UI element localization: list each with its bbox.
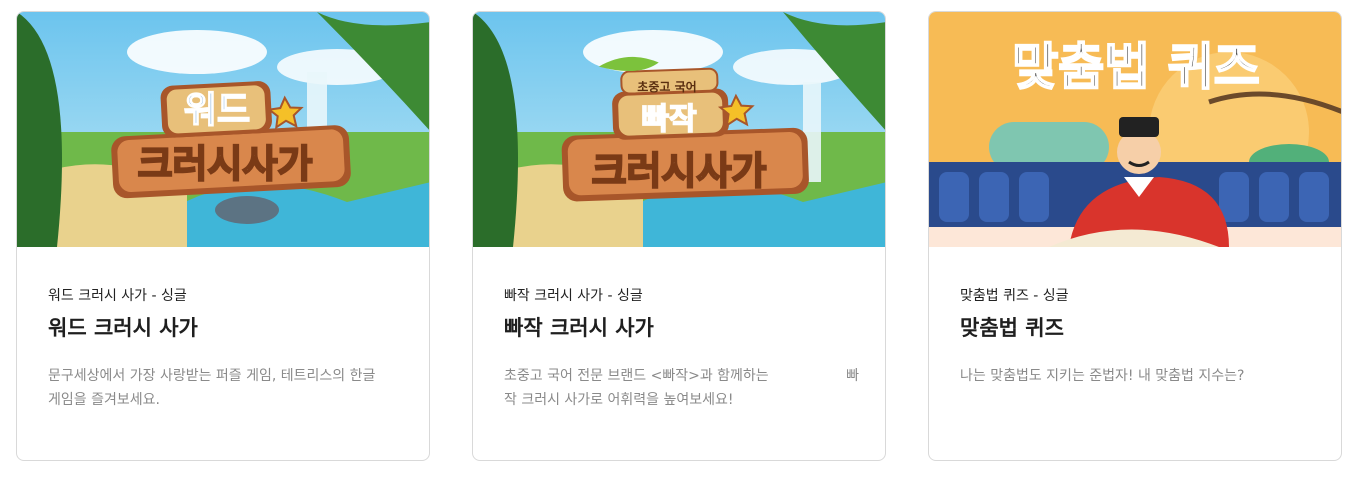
card-description-line2: 작 크러시 사가로 어휘력을 높여보세요! bbox=[504, 392, 734, 408]
thumb-logo-line2: 크러시사가 bbox=[592, 149, 767, 193]
game-card-grid: 워드 크러시사가 워드 크러시 사가 - 싱글 워드 크러시 사가 문구세상에서… bbox=[16, 11, 1342, 461]
thumbnail-ppajak-crush: 초중고 국어 빠작 크러시사가 bbox=[473, 12, 885, 247]
card-title[interactable]: 빠작 크러시 사가 bbox=[504, 314, 854, 342]
card-description-line1: 초중고 국어 전문 브랜드 <빠작>과 함께하는 bbox=[504, 368, 769, 384]
card-subtitle: 맞춤법 퀴즈 - 싱글 bbox=[960, 288, 1069, 304]
card-subtitle: 빠작 크러시 사가 - 싱글 bbox=[504, 288, 643, 304]
card-title[interactable]: 워드 크러시 사가 bbox=[48, 314, 398, 342]
thumbnail-spelling-quiz: 맞춤법 퀴즈 bbox=[929, 12, 1341, 247]
thumb-logo-line2: 크러시사가 bbox=[138, 142, 313, 186]
thumb-logo-line1: 빠작 bbox=[641, 102, 697, 137]
thumb-logo-line1: 워드 bbox=[184, 90, 250, 131]
thumb-logo-tag: 초중고 국어 bbox=[637, 79, 696, 94]
card-description: 문구세상에서 가장 사랑받는 퍼즐 게임, 테트리스의 한글 게임을 즐겨보세요… bbox=[48, 368, 376, 408]
thumb-quiz-title: 맞춤법 퀴즈 bbox=[1012, 38, 1259, 96]
card-subtitle: 워드 크러시 사가 - 싱글 bbox=[48, 288, 187, 304]
game-card-spelling-quiz[interactable]: 맞춤법 퀴즈 맞춤법 퀴즈 - 싱글 맞춤법 퀴즈 나는 맞춤법도 지키는 준법… bbox=[928, 11, 1342, 461]
game-card-ppajak-crush[interactable]: 초중고 국어 빠작 크러시사가 빠작 크러시 사가 - 싱글 빠작 크러시 사가… bbox=[472, 11, 886, 461]
card-description: 나는 맞춤법도 지키는 준법자! 내 맞춤법 지수는? bbox=[960, 368, 1245, 384]
card-title[interactable]: 맞춤법 퀴즈 bbox=[960, 314, 1310, 342]
game-card-word-crush[interactable]: 워드 크러시사가 워드 크러시 사가 - 싱글 워드 크러시 사가 문구세상에서… bbox=[16, 11, 430, 461]
thumbnail-word-crush: 워드 크러시사가 bbox=[17, 12, 429, 247]
card-description: 초중고 국어 전문 브랜드 <빠작>과 함께하는 빠 bbox=[504, 364, 859, 388]
card-description-tail: 빠 bbox=[846, 368, 859, 384]
